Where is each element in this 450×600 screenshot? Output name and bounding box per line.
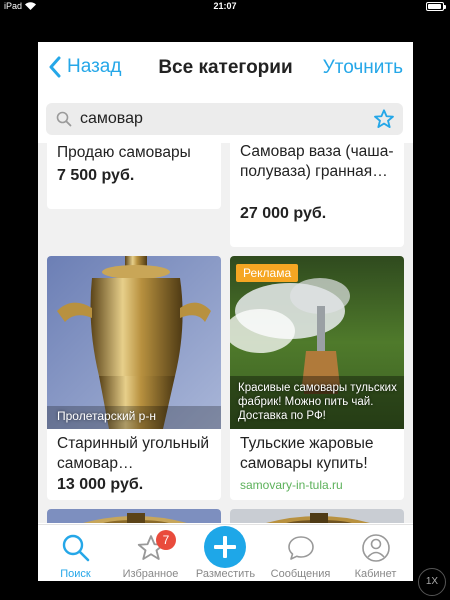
listing-photo: Пролетарский р-н [47,256,221,429]
tab-favorites[interactable]: 7 Избранное [113,525,188,581]
listing-feed[interactable]: Продаю самовары 7 500 руб. Самовар ваза … [38,143,413,523]
tab-messages[interactable]: Сообщения [263,525,338,581]
chevron-left-icon [49,56,61,78]
ad-photo: Реклама Красивые самовары тульских фабри… [230,256,404,429]
samovar-photo [230,509,404,523]
favorites-count-badge: 7 [156,530,176,550]
clock: 21:07 [213,1,237,11]
listing-title: Продаю самовары [57,144,191,161]
listing-price: 13 000 руб. [57,476,144,493]
app-window: Назад Все категории Уточнить Продаю само… [38,42,413,581]
search-input[interactable] [80,103,350,135]
chat-bubble-icon [288,536,314,560]
tab-post[interactable]: Разместить [188,525,263,581]
search-bar [46,103,403,135]
tab-favorites-label: Избранное [122,568,179,580]
listing-card[interactable]: Пролетарский р-н Старинный угольный само… [47,256,221,500]
tab-cabinet-label: Кабинет [354,568,397,580]
listing-card[interactable]: Самовар ваза (чаша-полуваза) гранная… 27… [230,143,404,247]
listing-card[interactable]: Продаю самовары 7 500 руб. [47,143,221,209]
tab-search[interactable]: Поиск [38,525,113,581]
listing-price: 7 500 руб. [57,167,135,184]
search-icon [62,534,90,562]
user-profile-icon [362,534,390,562]
listing-title: Старинный угольный самовар… [57,435,210,472]
battery-icon [426,2,446,11]
zoom-toggle-button[interactable]: 1X [418,568,446,596]
ad-badge: Реклама [236,264,299,282]
listing-price: 27 000 руб. [240,205,327,222]
search-icon [56,111,72,127]
plus-icon [204,526,246,568]
save-search-star-icon[interactable] [373,108,395,130]
status-bar: iPad 21:07 [0,0,450,14]
ad-card[interactable]: Реклама Красивые самовары тульских фабри… [230,256,404,500]
samovar-photo [47,256,221,429]
ad-domain[interactable]: samovary-in-tula.ru [240,478,343,492]
refine-button[interactable]: Уточнить [323,57,403,79]
back-button[interactable]: Назад [48,56,121,78]
tab-search-label: Поиск [60,568,91,580]
listing-location: Пролетарский р-н [57,409,156,423]
listing-title: Самовар ваза (чаша-полуваза) гранная… [240,143,394,180]
ad-title: Тульские жаровые самовары купить! [240,435,374,472]
navigation-bar: Назад Все категории Уточнить [38,42,413,94]
ad-overlay-text: Красивые самовары тульских фабрик! Можно… [238,382,397,422]
tab-post-label: Разместить [195,568,256,580]
tab-cabinet[interactable]: Кабинет [338,525,413,581]
listing-card[interactable] [47,509,221,523]
tab-bar: Поиск 7 Избранное Разместить Сообщения К… [38,524,413,581]
tab-messages-label: Сообщения [270,568,331,580]
samovar-photo [47,509,221,523]
back-label: Назад [67,56,122,77]
listing-card[interactable] [230,509,404,523]
